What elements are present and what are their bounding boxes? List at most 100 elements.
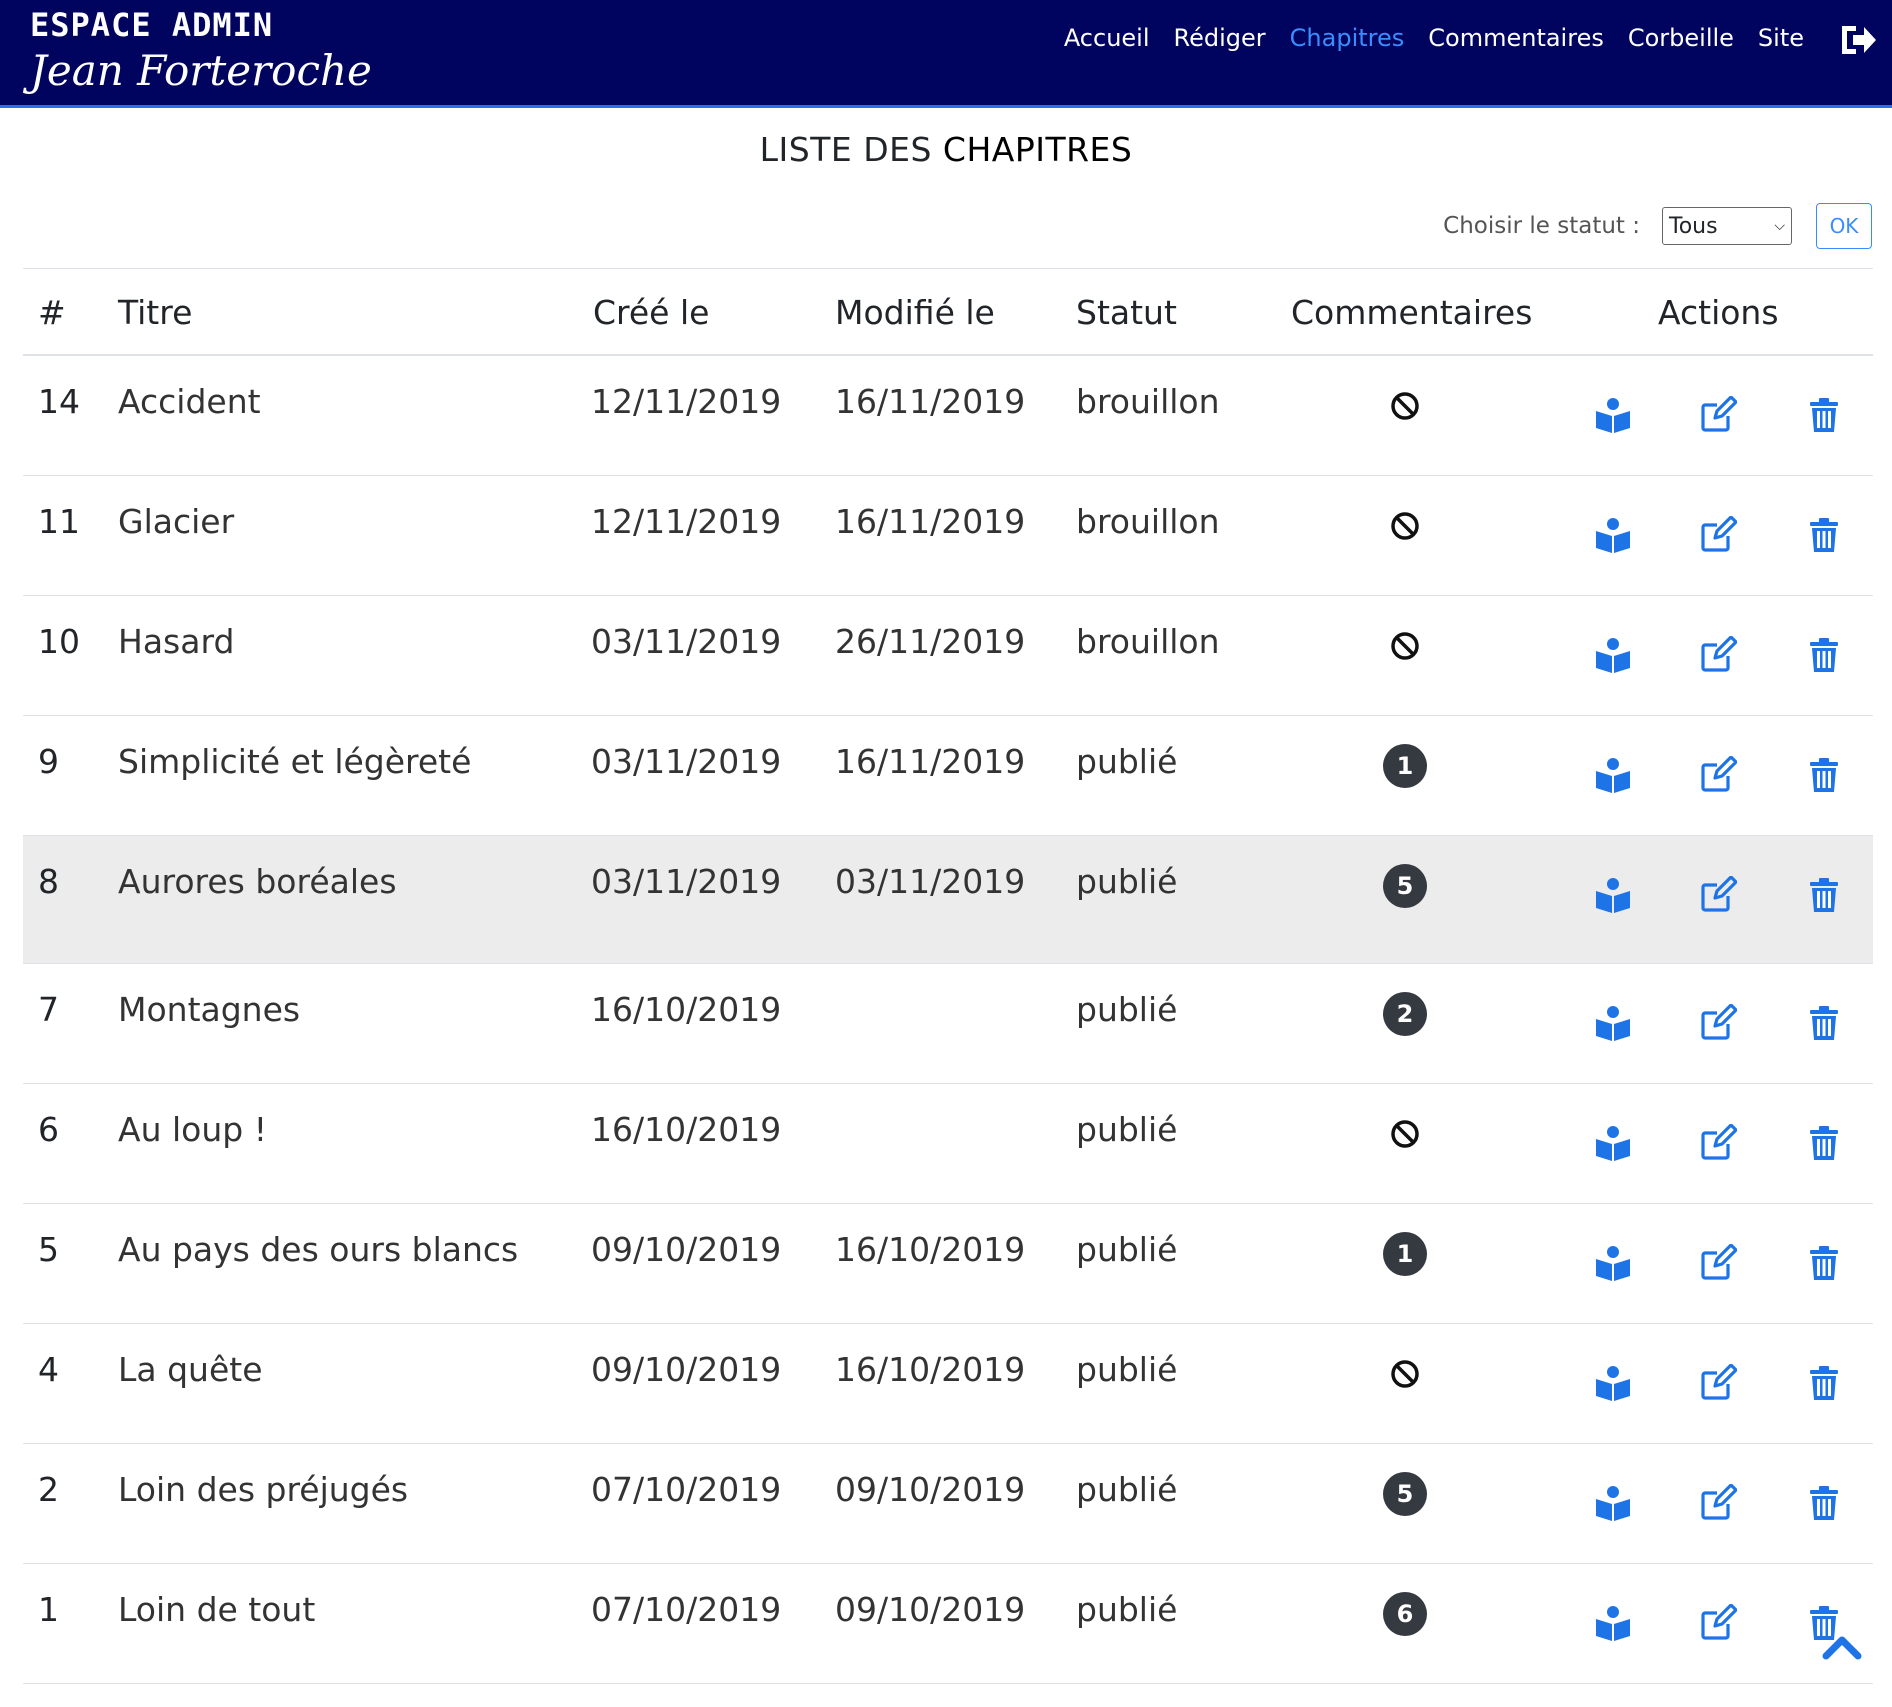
edit-chapter-icon[interactable] xyxy=(1699,1243,1738,1282)
table-body: 1 4 Accident 12/11/2019 16/11/2019 brouillon 1… xyxy=(23,356,1873,1684)
comments-cell xyxy=(1383,384,1429,430)
view-chapter-icon[interactable] xyxy=(1594,396,1632,434)
delete-chapter-icon[interactable] xyxy=(1805,1364,1843,1402)
table-row: 11 Glacier 12/11/2019 16/11/2019 brouillon xyxy=(23,476,1873,596)
delete-chapter-icon[interactable] xyxy=(1805,396,1843,434)
delete-chapter-icon[interactable] xyxy=(1805,876,1843,914)
comments-cell: 6 xyxy=(1383,1592,1429,1638)
edit-chapter-icon[interactable] xyxy=(1699,515,1738,554)
delete-chapter-icon[interactable] xyxy=(1805,1004,1843,1042)
chapter-status: brouillon xyxy=(1076,622,1220,661)
comment-count-badge: 6 xyxy=(1383,1592,1427,1636)
chapter-title: Glacier xyxy=(118,502,235,541)
edit-chapter-icon[interactable] xyxy=(1699,1483,1738,1522)
col-header-status: Statut xyxy=(1076,293,1177,332)
comments-cell: 1 xyxy=(1383,1232,1429,1278)
chapter-title: Montagnes xyxy=(118,990,301,1029)
no-comments-icon xyxy=(1383,392,1427,436)
edit-chapter-icon[interactable] xyxy=(1699,635,1738,674)
comment-count-badge: 2 xyxy=(1383,992,1427,1036)
page-title: LISTE DES CHAPITRES xyxy=(0,130,1892,169)
view-chapter-icon[interactable] xyxy=(1594,1124,1632,1162)
chapter-title: Aurores boréales xyxy=(118,862,397,901)
view-chapter-icon[interactable] xyxy=(1594,1604,1632,1642)
modified-date: 09/10/2019 xyxy=(835,1470,1026,1509)
created-date: 09/10/2019 xyxy=(591,1230,782,1269)
edit-chapter-icon[interactable] xyxy=(1699,1003,1738,1042)
chapter-title: La quête xyxy=(118,1350,263,1389)
view-chapter-icon[interactable] xyxy=(1594,1364,1632,1402)
chapter-number: 10 xyxy=(38,622,80,661)
nav-link-corbeille[interactable]: Corbeille xyxy=(1628,24,1734,52)
edit-chapter-icon[interactable] xyxy=(1699,395,1738,434)
chapter-title: Hasard xyxy=(118,622,235,661)
ok-button[interactable]: OK xyxy=(1816,203,1872,249)
chapter-number: 5 xyxy=(38,1230,59,1269)
chapter-title: Simplicité et légèreté xyxy=(118,742,472,781)
status-select[interactable]: Tous ⌵ xyxy=(1662,207,1792,245)
created-date: 16/10/2019 xyxy=(591,1110,782,1149)
top-navbar: ESPACE ADMIN Jean Forteroche Accueil Rédi… xyxy=(0,0,1892,108)
created-date: 12/11/2019 xyxy=(591,502,782,541)
brand-author-name: Jean Forteroche xyxy=(30,46,372,95)
col-header-num: # xyxy=(38,293,66,332)
chapter-status: publié xyxy=(1076,990,1178,1029)
edit-chapter-icon[interactable] xyxy=(1699,875,1738,914)
comments-cell: 2 xyxy=(1383,992,1429,1038)
view-chapter-icon[interactable] xyxy=(1594,636,1632,674)
chapter-number: 4 xyxy=(38,1350,59,1389)
status-select-value: Tous xyxy=(1669,213,1718,239)
comment-count-badge: 1 xyxy=(1383,1232,1427,1276)
chapter-status: publié xyxy=(1076,742,1178,781)
chapter-status: brouillon xyxy=(1076,502,1220,541)
chapter-status: publié xyxy=(1076,1110,1178,1149)
comments-cell xyxy=(1383,504,1429,550)
delete-chapter-icon[interactable] xyxy=(1805,516,1843,554)
status-filter: Choisir le statut : Tous ⌵ OK xyxy=(1443,203,1872,249)
edit-chapter-icon[interactable] xyxy=(1699,755,1738,794)
nav-link-rediger[interactable]: Rédiger xyxy=(1174,24,1266,52)
delete-chapter-icon[interactable] xyxy=(1805,756,1843,794)
edit-chapter-icon[interactable] xyxy=(1699,1123,1738,1162)
nav-link-chapitres[interactable]: Chapitres xyxy=(1290,24,1405,52)
chapter-status: publié xyxy=(1076,1230,1178,1269)
delete-chapter-icon[interactable] xyxy=(1805,1244,1843,1282)
view-chapter-icon[interactable] xyxy=(1594,1004,1632,1042)
chapter-number: 6 xyxy=(38,1110,59,1149)
edit-chapter-icon[interactable] xyxy=(1699,1603,1738,1642)
table-row: 1 Loin de tout 07/10/2019 09/10/2019 publié 6 xyxy=(23,1564,1873,1684)
chapter-title: Accident xyxy=(118,382,261,421)
delete-chapter-icon[interactable] xyxy=(1805,1124,1843,1162)
view-chapter-icon[interactable] xyxy=(1594,516,1632,554)
modified-date: 03/11/2019 xyxy=(835,862,1026,901)
view-chapter-icon[interactable] xyxy=(1594,1244,1632,1282)
comment-count-badge: 5 xyxy=(1383,864,1427,908)
modified-date: 16/11/2019 xyxy=(835,742,1026,781)
page-title-strong: CHAPITRES xyxy=(942,130,1133,169)
chapter-number: 1 xyxy=(38,1590,59,1629)
page-title-light: LISTE DES xyxy=(759,130,932,169)
sign-out-icon[interactable] xyxy=(1838,20,1878,60)
nav-link-commentaires[interactable]: Commentaires xyxy=(1428,24,1604,52)
chapter-status: publié xyxy=(1076,862,1178,901)
nav-link-site[interactable]: Site xyxy=(1758,24,1804,52)
created-date: 03/11/2019 xyxy=(591,862,782,901)
no-comments-icon xyxy=(1383,1120,1427,1164)
view-chapter-icon[interactable] xyxy=(1594,756,1632,794)
view-chapter-icon[interactable] xyxy=(1594,1484,1632,1522)
table-row: 10 Hasard 03/11/2019 26/11/2019 brouillon xyxy=(23,596,1873,716)
delete-chapter-icon[interactable] xyxy=(1805,1484,1843,1522)
delete-chapter-icon[interactable] xyxy=(1805,636,1843,674)
created-date: 09/10/2019 xyxy=(591,1350,782,1389)
chapter-status: publié xyxy=(1076,1590,1178,1629)
edit-chapter-icon[interactable] xyxy=(1699,1363,1738,1402)
brand-title: ESPACE ADMIN xyxy=(30,6,274,44)
col-header-actions: Actions xyxy=(1658,293,1779,332)
col-header-title: Titre xyxy=(118,293,193,332)
table-row: 8 Aurores boréales 03/11/2019 03/11/2019 pub… xyxy=(23,836,1873,964)
nav-link-accueil[interactable]: Accueil xyxy=(1064,24,1150,52)
table-row: 2 Loin des préjugés 07/10/2019 09/10/2019 pu… xyxy=(23,1444,1873,1564)
scroll-top-icon[interactable] xyxy=(1822,1630,1862,1662)
view-chapter-icon[interactable] xyxy=(1594,876,1632,914)
col-header-modified: Modifié le xyxy=(835,293,995,332)
